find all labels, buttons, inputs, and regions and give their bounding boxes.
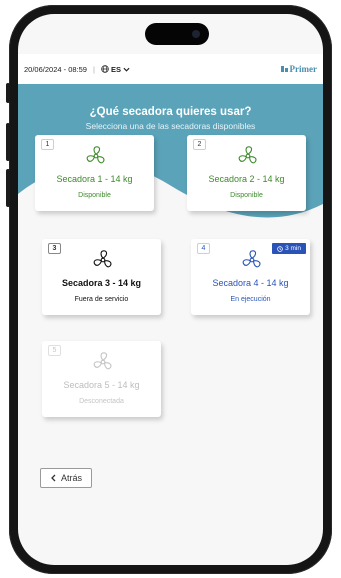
remaining-time-badge: 3 min (272, 243, 306, 254)
app-screen: 20/06/2024 - 08:59 | ES Primer ¿Qué seca (18, 14, 323, 565)
dynamic-island (145, 23, 209, 45)
page-subtitle: Selecciona una de las secadoras disponib… (85, 121, 256, 131)
datetime: 20/06/2024 - 08:59 (24, 64, 87, 74)
language-code: ES (110, 64, 121, 74)
back-button-label: Atrás (60, 473, 82, 483)
fan-icon (86, 146, 105, 164)
remaining-time: 3 min (285, 245, 301, 252)
dryer-status: En ejecución (230, 296, 271, 303)
fan-icon (238, 146, 257, 164)
globe-icon (101, 65, 109, 73)
volume-down-button (6, 169, 10, 207)
brand-logo: Primer (280, 64, 317, 74)
fan-icon (93, 352, 112, 370)
fan-icon (93, 250, 112, 268)
brand-name: Primer (289, 64, 317, 74)
dryer-card-3[interactable]: 3 Secadora 3 - 14 kg Fuera de servicio (42, 239, 161, 315)
dryer-card-5: 5 Secadora 5 - 14 kg Desconectada (42, 341, 161, 417)
dryer-name: Secadora 2 - 14 kg (208, 174, 285, 184)
action-button (6, 83, 10, 103)
dryer-status: Disponible (78, 192, 111, 199)
dryer-status: Disponible (230, 192, 263, 199)
dryer-number: 3 (48, 243, 61, 254)
dryer-number: 2 (193, 139, 206, 150)
dryer-card-4[interactable]: 4 3 min Secadora 4 - 14 kg En ejecución (191, 239, 310, 315)
fan-icon (242, 250, 261, 268)
page-title: ¿Qué secadora quieres usar? (89, 106, 252, 118)
chevron-left-icon (51, 474, 56, 482)
volume-up-button (6, 123, 10, 161)
brand-mark-icon (280, 66, 288, 72)
dryer-status: Fuera de servicio (74, 296, 129, 303)
dryer-name: Secadora 3 - 14 kg (61, 278, 142, 288)
dryer-name: Secadora 1 - 14 kg (56, 174, 133, 184)
dryer-number: 5 (48, 345, 61, 356)
back-button[interactable]: Atrás (40, 468, 92, 488)
clock-icon (277, 245, 283, 252)
dryer-name: Secadora 4 - 14 kg (212, 278, 289, 288)
dryer-name: Secadora 5 - 14 kg (63, 380, 140, 390)
dryer-status: Desconectada (79, 398, 124, 405)
language-selector[interactable]: ES (101, 65, 130, 74)
dryer-card-2[interactable]: 2 Secadora 2 - 14 kg Disponible (187, 135, 306, 211)
top-bar: 20/06/2024 - 08:59 | ES Primer (18, 54, 323, 84)
dryer-card-1[interactable]: 1 Secadora 1 - 14 kg Disponible (35, 135, 154, 211)
separator: | (92, 64, 95, 74)
chevron-down-icon (123, 67, 130, 72)
front-camera (192, 30, 200, 38)
dryer-number: 1 (41, 139, 54, 150)
dryer-number: 4 (197, 243, 210, 254)
